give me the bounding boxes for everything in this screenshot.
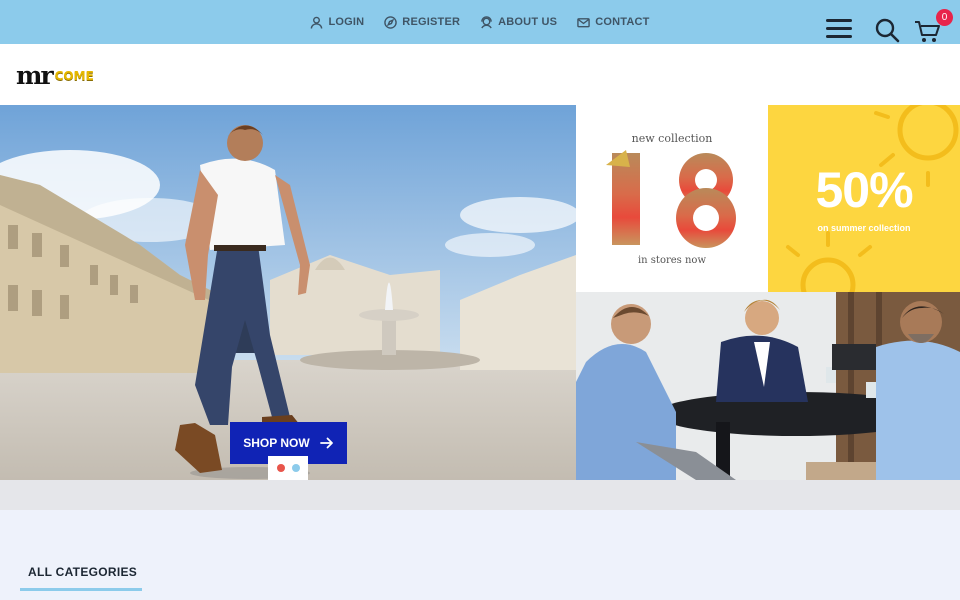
new-collection-banner[interactable]: new collection 18 in stores now xyxy=(576,105,768,292)
contact-label: CONTACT xyxy=(595,16,650,28)
new-collection-subheading: in stores now xyxy=(637,255,707,266)
summer-sale-banner[interactable]: 50% on summer collection xyxy=(768,105,960,292)
slider-dot-1[interactable] xyxy=(276,464,285,472)
mail-icon xyxy=(577,17,590,27)
business-meeting-image[interactable] xyxy=(576,292,960,480)
search-icon[interactable] xyxy=(874,17,900,43)
cart-count-badge: 0 xyxy=(936,9,953,26)
shop-now-label: SHOP NOW xyxy=(243,436,310,450)
user-icon xyxy=(311,16,323,29)
slider-dots xyxy=(268,456,308,480)
register-label: REGISTER xyxy=(402,16,461,28)
login-link[interactable]: LOGIN xyxy=(310,16,364,29)
categories-section xyxy=(0,510,960,600)
all-categories-underline xyxy=(20,588,142,591)
section-divider xyxy=(0,480,960,510)
sale-percent: 50% xyxy=(815,162,913,218)
hamburger-icon[interactable] xyxy=(826,19,852,41)
register-link[interactable]: REGISTER xyxy=(384,15,461,29)
site-logo[interactable]: mr COME xyxy=(16,58,94,90)
site-header: mr COME xyxy=(0,44,960,105)
slider-dot-2[interactable] xyxy=(291,464,300,472)
top-bar: LOGIN REGISTER ABOUT US CONTACT xyxy=(0,0,960,44)
logo-come: COME xyxy=(54,69,94,83)
support-icon xyxy=(481,15,492,28)
compass-icon xyxy=(384,15,398,29)
logo-mr: mr xyxy=(16,61,54,90)
all-categories-heading: ALL CATEGORIES xyxy=(28,565,138,579)
contact-link[interactable]: CONTACT xyxy=(577,16,649,29)
about-us-link[interactable]: ABOUT US xyxy=(480,15,558,29)
about-us-label: ABOUT US xyxy=(498,16,558,28)
sale-caption: on summer collection xyxy=(817,223,911,233)
arrow-right-icon xyxy=(319,437,333,449)
login-label: LOGIN xyxy=(328,16,365,28)
